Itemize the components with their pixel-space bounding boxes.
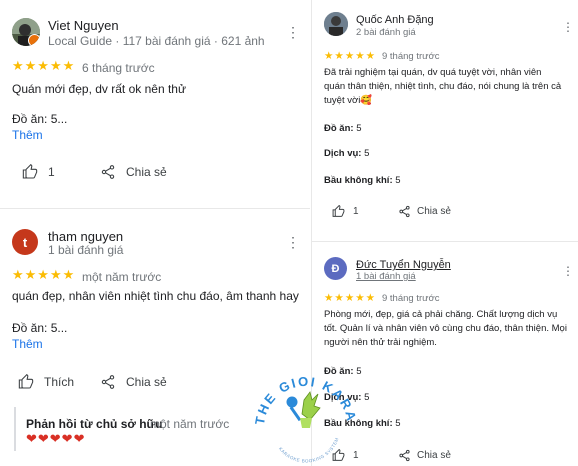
like-count: 1 (48, 165, 55, 179)
review-text: quán đẹp, nhân viên nhiệt tình chu đáo, … (12, 289, 299, 303)
avatar-letter: Đ (331, 262, 340, 275)
service-value: 5 (364, 148, 370, 159)
reviewer-name[interactable]: tham nguyen (48, 229, 123, 244)
owner-reply-title: Phản hồi từ chủ sở hữu (26, 417, 163, 431)
review-card: Viet Nguyen Local Guide · 117 bài đánh g… (0, 0, 310, 206)
like-button[interactable]: 1 (22, 164, 55, 180)
share-label: Chia sẻ (126, 375, 167, 389)
reviewer-avatar[interactable]: t (12, 229, 38, 255)
share-button[interactable]: Chia sẻ (100, 374, 167, 390)
ambience-rating: Bầu không khí: 5 (324, 175, 401, 186)
star-rating: ★★★★★ (324, 292, 377, 304)
local-guide-badge-icon (28, 34, 40, 46)
reviewer-meta: 2 bài đánh giá (356, 27, 416, 38)
service-label: Dịch vụ: (324, 148, 362, 159)
reviewer-name[interactable]: Đức Tuyển Nguyễn (356, 259, 451, 271)
like-label: Thích (44, 375, 75, 389)
reviewer-name[interactable]: Viet Nguyen (48, 18, 119, 33)
reviewer-avatar[interactable]: Đ (324, 257, 347, 280)
reviewer-name[interactable]: Quốc Anh Đặng (356, 14, 434, 26)
ambience-value: 5 (395, 418, 401, 429)
ambience-label: Bầu không khí: (324, 175, 393, 186)
food-value: 5 (356, 123, 362, 134)
share-icon (101, 165, 115, 179)
share-button[interactable]: Chia sẻ (398, 205, 451, 218)
star-rating: ★★★★★ (12, 267, 76, 282)
review-text: Phòng mới, đẹp, giá cả phải chăng. Chất … (324, 309, 567, 348)
karaoke-logo-icon: THE GIOI KARAOKE KARAOKE BOOKING SYSTEM (250, 362, 358, 464)
more-options-icon[interactable]: ⋮ (286, 25, 300, 39)
service-rating: Dịch vụ: 5 (324, 148, 369, 159)
food-label: Đồ ăn: (324, 123, 354, 134)
more-link[interactable]: Thêm (12, 128, 43, 142)
review-time: 9 tháng trước (382, 293, 440, 304)
like-button[interactable]: 1 (332, 205, 359, 218)
owner-reply-time: một năm trước (150, 417, 230, 431)
avatar-photo-icon (324, 12, 348, 36)
share-button[interactable]: Chia sẻ (398, 449, 451, 462)
reviewer-meta: 1 bài đánh giá (356, 271, 416, 282)
review-text: Đã trải nghiệm tại quán, dv quá tuyệt vờ… (324, 67, 562, 106)
food-rating-text: Đồ ăn: 5... (12, 112, 68, 126)
review-time: một năm trước (82, 270, 162, 284)
thumbs-up-icon (22, 164, 38, 179)
food-rating-text: Đồ ăn: 5... (12, 321, 68, 335)
reviewer-avatar[interactable] (12, 18, 40, 46)
share-button[interactable]: Chia sẻ (100, 164, 167, 180)
reviewer-meta: 1 bài đánh giá (48, 243, 124, 257)
food-rating: Đồ ăn: 5 (324, 123, 362, 134)
review-card: Quốc Anh Đặng 2 bài đánh giá ⋮ ★★★★★ 9 t… (312, 0, 578, 240)
more-options-icon[interactable]: ⋮ (286, 235, 300, 249)
more-link[interactable]: Thêm (12, 337, 43, 351)
more-options-icon[interactable]: ⋮ (562, 20, 574, 34)
star-rating: ★★★★★ (12, 58, 76, 73)
share-icon (399, 205, 410, 218)
share-label: Chia sẻ (417, 450, 451, 461)
like-button[interactable]: Thích (18, 374, 74, 390)
review-time: 6 tháng trước (82, 61, 155, 75)
share-label: Chia sẻ (417, 206, 451, 217)
thumbs-up-icon (18, 374, 34, 389)
review-time: 9 tháng trước (382, 51, 440, 62)
more-options-icon[interactable]: ⋮ (562, 264, 574, 278)
thumbs-up-icon (332, 205, 345, 217)
reviewer-meta: Local Guide · 117 bài đánh giá · 621 ảnh (48, 34, 265, 48)
share-label: Chia sẻ (126, 165, 167, 179)
watermark-logo: THE GIOI KARAOKE KARAOKE BOOKING SYSTEM (250, 362, 362, 466)
star-rating: ★★★★★ (324, 50, 377, 62)
share-icon (101, 375, 115, 389)
review-text: Quán mới đẹp, dv rất ok nên thử (12, 82, 186, 96)
service-value: 5 (364, 392, 370, 403)
ambience-value: 5 (395, 175, 401, 186)
owner-reply-text: ❤❤❤❤❤ (26, 431, 86, 446)
svg-text:KARAOKE BOOKING SYSTEM: KARAOKE BOOKING SYSTEM (278, 437, 340, 464)
like-count: 1 (353, 206, 359, 217)
owner-reply-bar (14, 407, 16, 451)
share-icon (399, 449, 410, 462)
reviewer-avatar[interactable] (324, 12, 348, 36)
avatar-letter: t (22, 234, 28, 250)
